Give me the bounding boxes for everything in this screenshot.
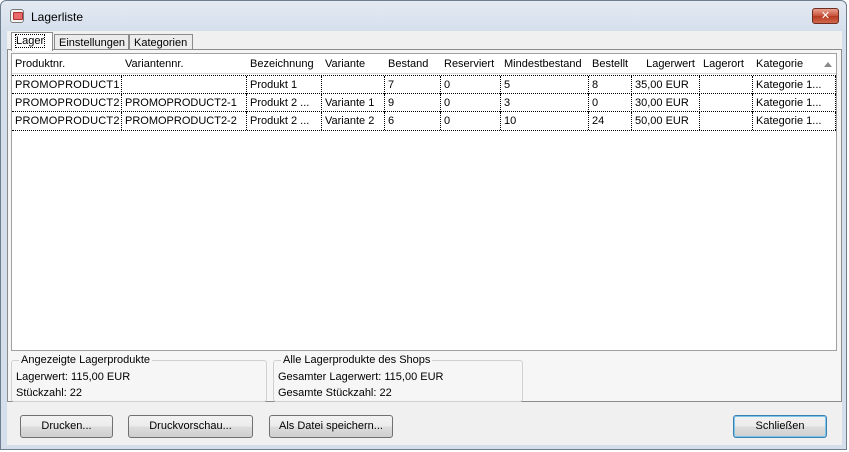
- summary-shop-group: Alle Lagerprodukte des Shops Gesamter La…: [273, 354, 523, 402]
- tab-lager[interactable]: Lager: [11, 32, 53, 51]
- summary-displayed-title: Angezeigte Lagerprodukte: [19, 354, 153, 366]
- cell-lagerort: [700, 112, 753, 130]
- table-row[interactable]: PROMOPRODUCT2 PROMOPRODUCT2-2 Produkt 2 …: [12, 111, 836, 131]
- summary-shop-stueckzahl: Gesamte Stückzahl: 22: [278, 387, 392, 399]
- column-header-bezeichnung[interactable]: Bezeichnung: [247, 55, 322, 73]
- cell-variante: [322, 76, 385, 94]
- summary-displayed-group: Angezeigte Lagerprodukte Lagerwert: 115,…: [11, 354, 267, 402]
- cell-kategorie: Kategorie 1...: [753, 94, 836, 112]
- cell-variantennr: PROMOPRODUCT2-2: [122, 112, 247, 130]
- tab-lager-label: Lager: [14, 34, 46, 48]
- print-preview-button[interactable]: Druckvorschau...: [128, 415, 253, 438]
- summary-displayed-stueckzahl: Stückzahl: 22: [16, 387, 83, 399]
- cell-lagerort: [700, 76, 753, 94]
- cell-kategorie: Kategorie 1...: [753, 76, 836, 94]
- column-header-lagerort[interactable]: Lagerort: [700, 55, 753, 73]
- column-header-lagerwert[interactable]: Lagerwert: [632, 55, 700, 73]
- cell-mindestbestand: 10: [501, 112, 589, 130]
- tab-einstellungen[interactable]: Einstellungen: [54, 34, 129, 50]
- print-button[interactable]: Drucken...: [20, 415, 113, 438]
- cell-produktnr: PROMOPRODUCT1: [12, 76, 122, 94]
- table-row[interactable]: PROMOPRODUCT1 Produkt 1 7 0 5 8 35,00 EU…: [12, 75, 836, 94]
- cell-bestand: 7: [385, 76, 441, 94]
- cell-kategorie: Kategorie 1...: [753, 112, 836, 130]
- tab-einstellungen-label: Einstellungen: [59, 37, 126, 49]
- cell-reserviert: 0: [441, 94, 501, 112]
- sort-ascending-icon: [824, 62, 832, 67]
- cell-variante: Variante 1: [322, 94, 385, 112]
- cell-variante: Variante 2: [322, 112, 385, 130]
- summary-displayed-lagerwert: Lagerwert: 115,00 EUR: [16, 371, 131, 383]
- lagerliste-window: Lagerliste ✕ Lager Einstellungen Kategor…: [0, 0, 847, 450]
- column-header-bestellt[interactable]: Bestellt: [589, 55, 632, 73]
- cell-bezeichnung: Produkt 1: [247, 76, 322, 94]
- summary-shop-lagerwert: Gesamter Lagerwert: 115,00 EUR: [278, 371, 444, 383]
- cell-variantennr: PROMOPRODUCT2-1: [122, 94, 247, 112]
- cell-mindestbestand: 5: [501, 76, 589, 94]
- column-header-produktnr[interactable]: Produktnr.: [12, 55, 122, 73]
- column-header-variante[interactable]: Variante: [322, 55, 385, 73]
- cell-bestellt: 24: [589, 112, 632, 130]
- cell-lagerwert: 30,00 EUR: [632, 94, 700, 112]
- table-row[interactable]: PROMOPRODUCT2 PROMOPRODUCT2-1 Produkt 2 …: [12, 93, 836, 112]
- table-header: Produktnr. Variantennr. Bezeichnung Vari…: [12, 55, 836, 74]
- close-window-button[interactable]: ✕: [812, 8, 839, 24]
- cell-lagerwert: 50,00 EUR: [632, 112, 700, 130]
- cell-produktnr: PROMOPRODUCT2: [12, 94, 122, 112]
- client-area: Lager Einstellungen Kategorien Produktnr…: [7, 31, 842, 445]
- cell-reserviert: 0: [441, 112, 501, 130]
- column-header-reserviert[interactable]: Reserviert: [441, 55, 501, 73]
- tab-kategorien[interactable]: Kategorien: [129, 34, 193, 50]
- cell-lagerwert: 35,00 EUR: [632, 76, 700, 94]
- cell-variantennr: [122, 76, 247, 94]
- lager-panel: Produktnr. Variantennr. Bezeichnung Vari…: [7, 49, 842, 402]
- window-title: Lagerliste: [31, 10, 84, 24]
- column-header-mindestbestand[interactable]: Mindestbestand: [501, 55, 589, 73]
- cell-lagerort: [700, 94, 753, 112]
- cell-bezeichnung: Produkt 2 ...: [247, 112, 322, 130]
- column-header-bestand[interactable]: Bestand: [385, 55, 441, 73]
- column-header-kategorie[interactable]: Kategorie: [753, 55, 836, 73]
- cell-mindestbestand: 3: [501, 94, 589, 112]
- title-bar[interactable]: Lagerliste ✕: [1, 1, 846, 31]
- save-as-file-button[interactable]: Als Datei speichern...: [269, 415, 393, 438]
- tab-kategorien-label: Kategorien: [134, 37, 188, 49]
- stock-table[interactable]: Produktnr. Variantennr. Bezeichnung Vari…: [11, 53, 837, 351]
- column-header-variantennr[interactable]: Variantennr.: [122, 55, 247, 73]
- cell-bestand: 6: [385, 112, 441, 130]
- close-button[interactable]: Schließen: [733, 415, 827, 438]
- summary-shop-title: Alle Lagerprodukte des Shops: [281, 354, 433, 366]
- cell-produktnr: PROMOPRODUCT2: [12, 112, 122, 130]
- cell-bestellt: 8: [589, 76, 632, 94]
- cell-bezeichnung: Produkt 2 ...: [247, 94, 322, 112]
- column-header-kategorie-label: Kategorie: [756, 58, 804, 70]
- cart-icon: [10, 9, 24, 23]
- cell-reserviert: 0: [441, 76, 501, 94]
- cell-bestand: 9: [385, 94, 441, 112]
- cell-bestellt: 0: [589, 94, 632, 112]
